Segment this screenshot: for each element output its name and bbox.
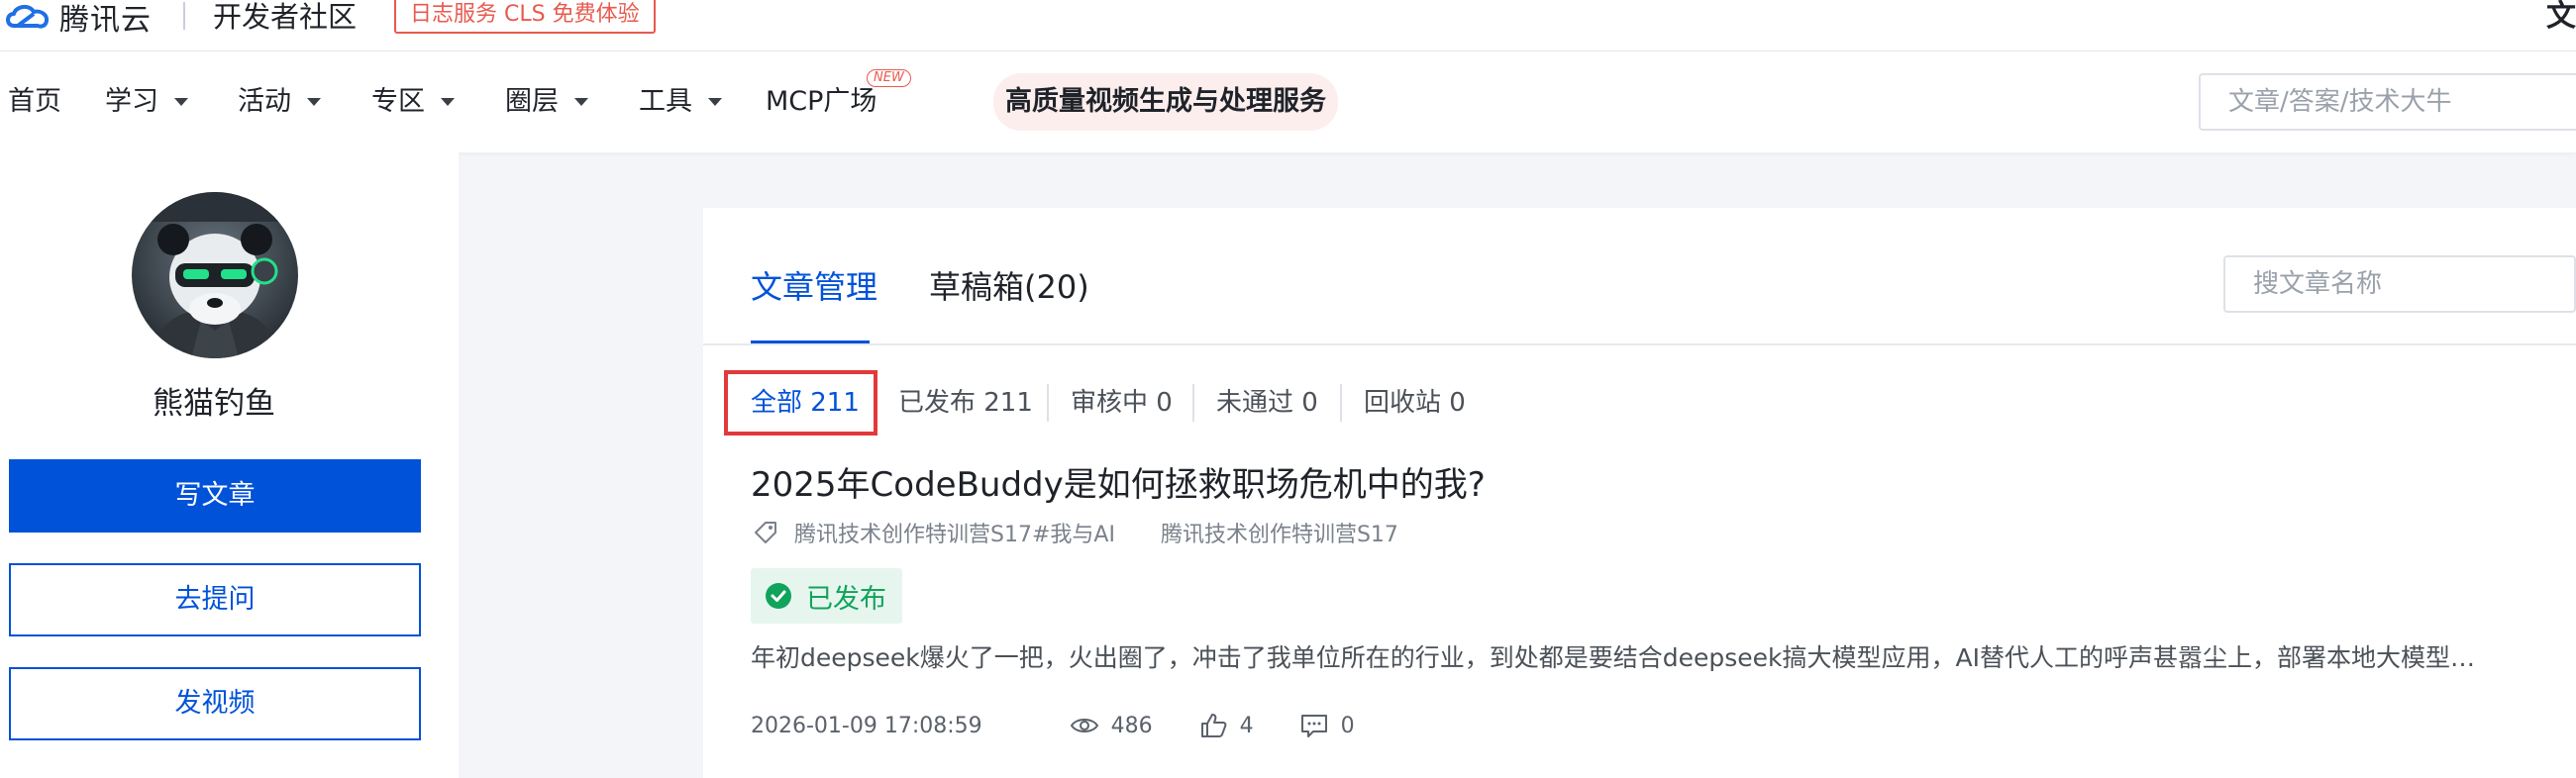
top-bar: 腾讯云 开发者社区 日志服务 CLS 免费体验 文 [0,0,2576,51]
nav-mcp[interactable]: MCP广场 [766,84,876,120]
tag-icon [755,522,776,543]
post-video-button[interactable]: 发视频 [9,667,421,740]
nav-activity-label: 活动 [238,86,291,117]
view-count-value: 486 [1110,713,1153,738]
panda-avatar-image [132,192,298,358]
chevron-down-icon [307,98,321,106]
filter-all[interactable]: 全部 211 [751,386,860,420]
community-title[interactable]: 开发者社区 [213,0,357,34]
avatar[interactable] [132,192,298,358]
chevron-down-icon [174,98,188,106]
chevron-down-icon [708,98,722,106]
tab-article-management[interactable]: 文章管理 [751,267,877,307]
comment-count-value: 0 [1340,713,1355,738]
header-divider [183,2,185,30]
global-search-input[interactable]: 文章/答案/技术大牛 [2199,73,2576,131]
tencent-cloud-logo[interactable]: 腾讯云 [4,0,152,38]
nav-zone-label: 专区 [371,86,425,117]
filter-divider [1340,384,1342,422]
article-meta: 2026-01-09 17:08:59 486 4 0 [751,709,1355,742]
publish-date: 2026-01-09 17:08:59 [751,713,982,738]
video-service-link[interactable]: 高质量视频生成与处理服务 [993,73,1338,131]
like-count[interactable]: 4 [1198,711,1254,740]
like-count-value: 4 [1239,713,1254,738]
username: 熊猫钓鱼 [153,386,275,422]
nav-activity[interactable]: 活动 [238,84,321,120]
tab-divider [703,343,2576,345]
tag-item[interactable]: 腾讯技术创作特训营S17 [1161,517,1398,548]
status-badge: 已发布 [751,568,902,624]
article-search-input[interactable]: 搜文章名称 [2223,255,2576,313]
nav-home[interactable]: 首页 [8,84,61,120]
nav-home-label: 首页 [8,86,61,117]
logo-text: 腾讯云 [59,3,152,38]
chevron-down-icon [441,98,455,106]
filter-reviewing[interactable]: 审核中 0 [1071,386,1173,420]
filter-published[interactable]: 已发布 211 [898,386,1033,420]
article-tags: 腾讯技术创作特训营S17#我与AI 腾讯技术创作特训营S17 [753,517,1444,548]
filter-recycle-bin[interactable]: 回收站 0 [1364,386,1466,420]
tab-drafts[interactable]: 草稿箱(20) [929,267,1089,307]
filter-divider [1047,384,1049,422]
nav-zone[interactable]: 专区 [371,84,455,120]
eye-icon [1070,719,1098,732]
nav-tools[interactable]: 工具 [639,84,722,120]
nav-mcp-label: MCP广场 [766,86,877,117]
top-right-text[interactable]: 文 [2546,0,2576,34]
nav-learn[interactable]: 学习 [105,84,188,120]
view-count: 486 [1070,711,1153,740]
article-summary: 年初deepseek爆火了一把，火出圈了，冲击了我单位所在的行业，到处都是要结合… [751,643,2476,672]
comment-count[interactable]: 0 [1299,711,1355,740]
thumbs-up-icon [1200,714,1227,737]
ask-question-button[interactable]: 去提问 [9,563,421,636]
filter-rejected[interactable]: 未通过 0 [1216,386,1318,420]
nav-circle[interactable]: 圈层 [505,84,588,120]
chevron-down-icon [574,98,588,106]
article-title[interactable]: 2025年CodeBuddy是如何拯救职场危机中的我? [751,463,1486,507]
promo-banner[interactable]: 日志服务 CLS 免费体验 [394,0,656,34]
new-badge: NEW [867,69,911,87]
main-nav: 首页 学习 活动 专区 圈层 工具 MCP广场 NEW 高质量视频生成与处理服务… [0,51,2576,152]
nav-learn-label: 学习 [105,86,158,117]
tag-item[interactable]: 腾讯技术创作特训营S17#我与AI [794,517,1115,548]
check-circle-icon [766,583,791,609]
cloud-logo-icon [6,5,49,29]
profile-sidebar: 熊猫钓鱼 写文章 去提问 发视频 [0,152,459,778]
status-label: 已发布 [806,583,886,615]
write-article-button[interactable]: 写文章 [9,459,421,533]
filter-divider [1192,384,1194,422]
comment-icon [1300,715,1327,737]
nav-circle-label: 圈层 [505,86,559,117]
nav-tools-label: 工具 [639,86,692,117]
article-management-panel: 文章管理 草稿箱(20) 搜文章名称 全部 211 已发布 211 审核中 0 … [703,208,2576,778]
